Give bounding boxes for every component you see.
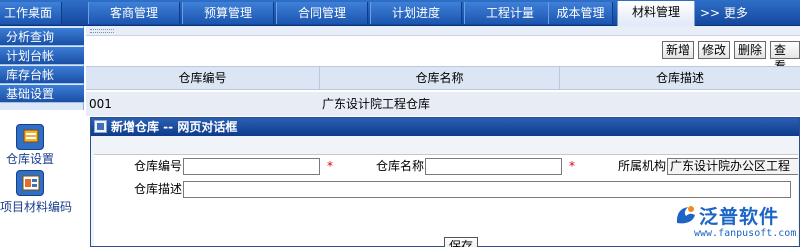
top-navigation: 工作桌面 客商管理 预算管理 合同管理 计划进度 工程计量 成本管理 材料管理 … — [0, 0, 800, 26]
code-field[interactable] — [183, 158, 320, 175]
tab-measurement[interactable]: 工程计量 — [464, 2, 556, 24]
form-row-2: 仓库描述 — [94, 179, 798, 199]
code-required-mark: * — [327, 159, 333, 173]
edit-button[interactable]: 修改 — [698, 41, 731, 59]
tab-cost[interactable]: 成本管理 — [548, 2, 613, 24]
grid-header: 仓库编号 仓库名称 仓库描述 — [86, 66, 800, 90]
org-label: 所属机构 — [617, 159, 666, 173]
table-row[interactable]: 001 广东设计院工程仓库 — [86, 92, 800, 116]
code-label: 仓库编号 — [133, 159, 182, 173]
tab-workbench[interactable]: 工作桌面 — [0, 2, 62, 24]
dialog-window-icon — [94, 120, 107, 133]
column-header-desc[interactable]: 仓库描述 — [560, 67, 800, 90]
view-button[interactable]: 查看 — [770, 41, 800, 73]
sidebar-item-plan[interactable]: 计划台帐 — [0, 47, 84, 65]
warehouse-settings-label[interactable]: 仓库设置 — [6, 150, 54, 167]
brand-watermark: 泛普软件 www.fanpusoft.com — [672, 199, 800, 247]
tab-customer[interactable]: 客商管理 — [88, 2, 180, 24]
desc-field[interactable] — [183, 181, 791, 198]
name-required-mark: * — [569, 159, 575, 173]
tab-materials[interactable]: 材料管理 — [617, 1, 695, 26]
delete-button[interactable]: 删除 — [734, 41, 767, 59]
sidebar: 分析查询 计划台帐 库存台帐 基础设置 仓库设置 项目材料编码 — [0, 26, 84, 247]
column-header-code[interactable]: 仓库编号 — [86, 67, 320, 90]
sidebar-item-inventory[interactable]: 库存台帐 — [0, 66, 84, 84]
more-menu[interactable]: >> 更多 — [696, 2, 766, 24]
tab-schedule[interactable]: 计划进度 — [370, 2, 462, 24]
cell-code: 001 — [89, 97, 112, 111]
panel-strip — [86, 26, 800, 36]
watermark-url: www.fanpusoft.com — [694, 228, 797, 239]
grip-handle[interactable] — [90, 29, 114, 33]
form-row-1: 仓库编号 * 仓库名称 * 所属机构 广东设计院办公区工程 — [94, 156, 798, 176]
dialog-title: 新增仓库 -- 网页对话框 — [111, 120, 238, 134]
sidebar-item-analysis[interactable]: 分析查询 — [0, 28, 84, 46]
column-header-name[interactable]: 仓库名称 — [320, 67, 560, 90]
material-code-label[interactable]: 项目材料编码 — [0, 198, 72, 215]
warehouse-icon[interactable] — [16, 124, 44, 150]
org-field[interactable]: 广东设计院办公区工程 — [667, 158, 798, 175]
dialog-title-bar[interactable]: 新增仓库 -- 网页对话框 — [91, 118, 799, 136]
cell-desc — [562, 92, 798, 116]
cell-name: 广东设计院工程仓库 — [322, 97, 431, 111]
name-label: 仓库名称 — [375, 159, 424, 173]
material-code-icon[interactable] — [16, 170, 44, 196]
tab-contract[interactable]: 合同管理 — [276, 2, 368, 24]
desc-label: 仓库描述 — [133, 182, 182, 196]
new-button[interactable]: 新增 — [662, 41, 695, 59]
tab-budget[interactable]: 预算管理 — [182, 2, 274, 24]
sidebar-icon-panel: 仓库设置 项目材料编码 — [0, 110, 84, 247]
brand-logo-icon — [676, 206, 695, 224]
watermark-text: 泛普软件 — [699, 206, 780, 228]
save-button[interactable]: 保存 — [444, 237, 478, 247]
sidebar-item-basic-settings[interactable]: 基础设置 — [0, 85, 84, 103]
name-field[interactable] — [425, 158, 562, 175]
